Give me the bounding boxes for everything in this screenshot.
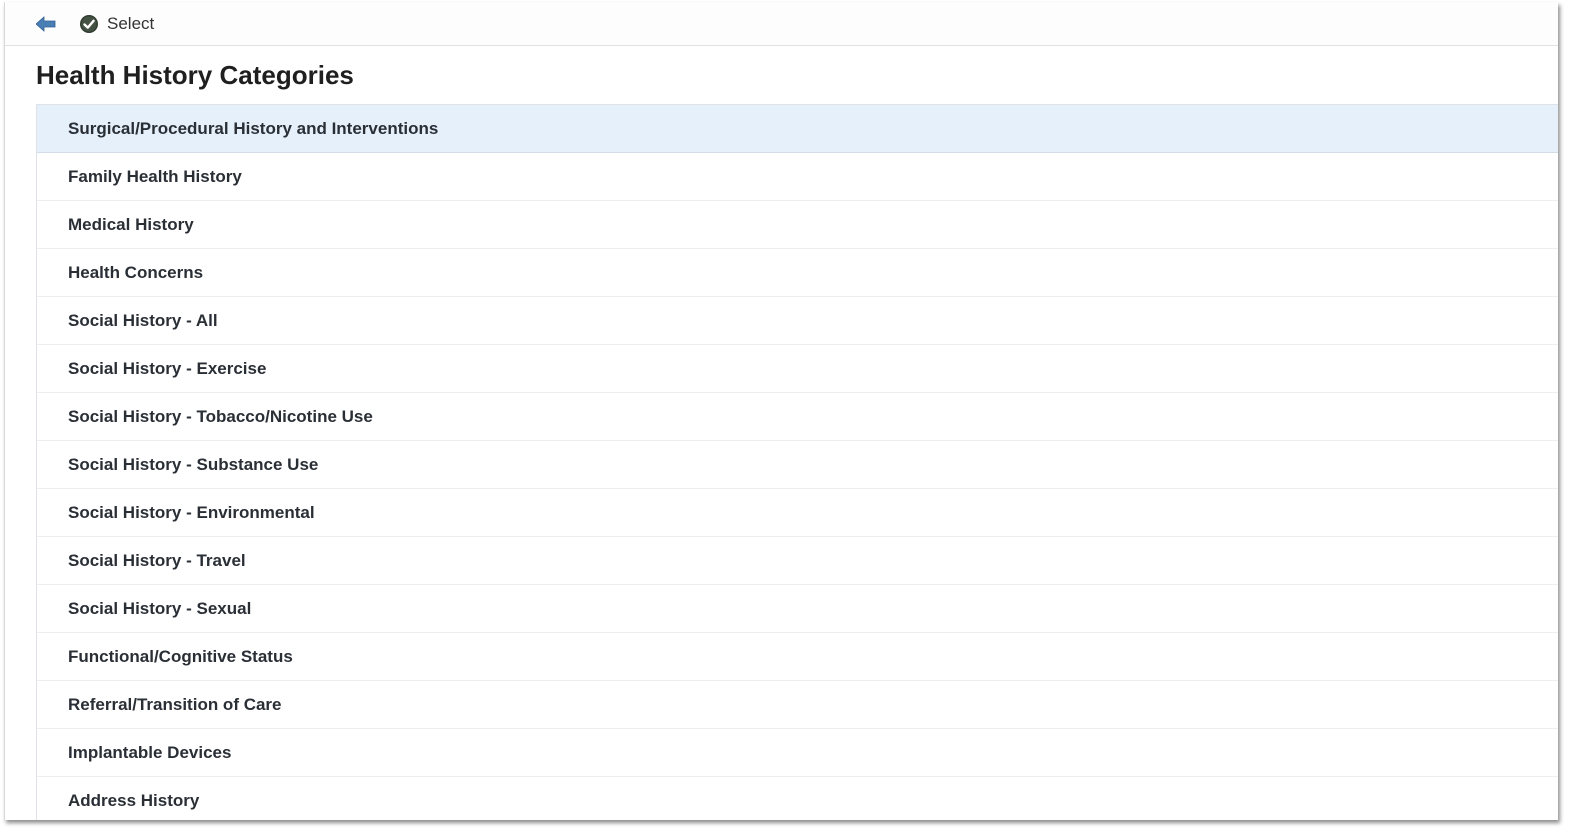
list-item-label: Social History - Exercise xyxy=(68,358,267,378)
list-item-label: Family Health History xyxy=(68,166,242,186)
list-item-label: Address History xyxy=(68,790,200,810)
list-item[interactable]: Medical History xyxy=(37,201,1558,249)
list-item-label: Functional/Cognitive Status xyxy=(68,646,293,666)
list-item-label: Social History - Travel xyxy=(68,550,246,570)
list-item[interactable]: Referral/Transition of Care xyxy=(37,681,1558,729)
list-item-label: Social History - Sexual xyxy=(68,598,252,618)
category-list: Surgical/Procedural History and Interven… xyxy=(36,104,1558,820)
toolbar: Select xyxy=(5,2,1558,46)
list-item[interactable]: Functional/Cognitive Status xyxy=(37,633,1558,681)
list-item-label: Social History - Environmental xyxy=(68,502,315,522)
list-item[interactable]: Social History - Exercise xyxy=(37,345,1558,393)
check-circle-icon xyxy=(79,14,99,34)
list-item[interactable]: Social History - Sexual xyxy=(37,585,1558,633)
list-item[interactable]: Health Concerns xyxy=(37,249,1558,297)
list-item[interactable]: Family Health History xyxy=(37,153,1558,201)
list-item[interactable]: Surgical/Procedural History and Interven… xyxy=(37,105,1558,153)
list-item[interactable]: Social History - Tobacco/Nicotine Use xyxy=(37,393,1558,441)
list-item-label: Medical History xyxy=(68,214,194,234)
back-arrow-icon xyxy=(36,15,56,32)
list-item-label: Health Concerns xyxy=(68,262,204,282)
select-button[interactable]: Select xyxy=(79,14,154,34)
list-item-label: Social History - Substance Use xyxy=(68,454,319,474)
list-item[interactable]: Social History - Travel xyxy=(37,537,1558,585)
list-item[interactable]: Implantable Devices xyxy=(37,729,1558,777)
list-item-label: Implantable Devices xyxy=(68,742,232,762)
select-button-label: Select xyxy=(107,13,155,33)
list-item-label: Social History - Tobacco/Nicotine Use xyxy=(68,406,373,426)
list-item[interactable]: Social History - Environmental xyxy=(37,489,1558,537)
app-window: Select Health History Categories Surgica… xyxy=(4,2,1558,820)
list-item-label: Referral/Transition of Care xyxy=(68,694,282,714)
back-button[interactable] xyxy=(35,13,57,35)
list-item[interactable]: Social History - Substance Use xyxy=(37,441,1558,489)
list-item-label: Social History - All xyxy=(68,310,218,330)
list-item[interactable]: Address History xyxy=(37,777,1558,820)
list-item-label: Surgical/Procedural History and Interven… xyxy=(68,118,439,138)
page-title: Health History Categories xyxy=(36,60,354,90)
list-item[interactable]: Social History - All xyxy=(37,297,1558,345)
